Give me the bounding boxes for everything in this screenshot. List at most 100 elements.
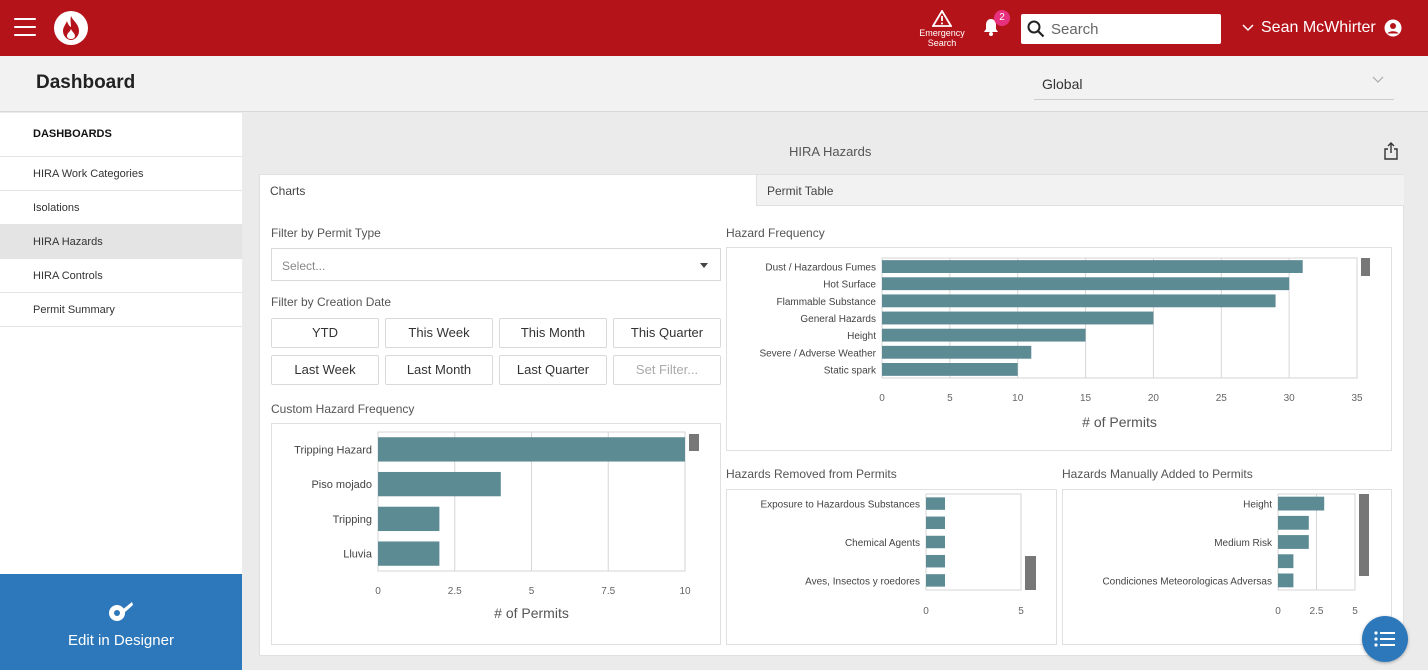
category-label: Height — [1243, 500, 1272, 511]
category-label: Dust / Hazardous Fumes — [765, 263, 876, 274]
bar — [926, 535, 945, 549]
category-label: Aves, Insectos y roedores — [805, 576, 920, 587]
emergency-label-line1: Emergency — [919, 28, 965, 38]
search-icon[interactable] — [1021, 20, 1051, 38]
bar — [882, 363, 1018, 376]
list-menu-button[interactable] — [1362, 616, 1408, 662]
sidebar-item-hira-hazards[interactable]: HIRA Hazards — [0, 225, 242, 259]
hazards-removed-chart-box: 0 5 Exposure to Hazardous Substances Chemic… — [726, 489, 1057, 645]
x-tick-label: 0 — [375, 586, 381, 597]
edit-in-designer-button[interactable]: Edit in Designer — [0, 574, 242, 670]
hazard-frequency-label: Hazard Frequency — [726, 226, 825, 240]
filter-last-week-button[interactable]: Last Week — [271, 355, 379, 385]
category-label: Piso mojado — [311, 479, 372, 491]
bar — [926, 574, 945, 587]
share-icon[interactable] — [1383, 142, 1399, 165]
x-tick-label: 35 — [1351, 393, 1363, 404]
filter-ytd-button[interactable]: YTD — [271, 318, 379, 348]
bar — [882, 345, 1032, 359]
scope-value: Global — [1042, 76, 1083, 92]
hazards-removed-label: Hazards Removed from Permits — [726, 467, 897, 481]
category-label: General Hazards — [800, 314, 876, 325]
warning-icon — [932, 10, 952, 27]
sidebar-item-isolations[interactable]: Isolations — [0, 191, 242, 225]
set-filter-button[interactable]: Set Filter... — [613, 355, 721, 385]
emergency-search-button[interactable]: Emergency Search — [914, 10, 970, 48]
hazard-frequency-chart-box: 0 5 10 15 20 25 30 35 Dust / Hazardous Fumes Hot … — [726, 247, 1392, 451]
hazards-added-chart-box: 0 2.5 5 Height Medium Risk Condiciones Meteor… — [1062, 489, 1392, 645]
custom-hazard-frequency-label: Custom Hazard Frequency — [271, 402, 415, 416]
x-tick-label: 0 — [879, 393, 885, 404]
bar — [378, 541, 440, 566]
scope-select[interactable]: Global — [1034, 66, 1394, 100]
category-label: Tripping — [333, 514, 372, 526]
filter-creation-date-label: Filter by Creation Date — [271, 295, 392, 309]
tab-charts[interactable]: Charts — [260, 175, 756, 206]
x-tick-label: 0 — [1275, 606, 1281, 617]
filter-this-week-button[interactable]: This Week — [385, 318, 493, 348]
x-tick-label: 0 — [923, 606, 929, 617]
category-label: Chemical Agents — [845, 538, 920, 549]
x-tick-label: 5 — [1018, 606, 1024, 617]
top-bar: Emergency Search 2 Sean McWhirter — [0, 0, 1428, 56]
sidebar-item-permit-summary[interactable]: Permit Summary — [0, 293, 242, 327]
sidebar-heading: DASHBOARDS — [0, 113, 242, 157]
page-header: Dashboard Global — [0, 56, 1428, 112]
search-input[interactable] — [1051, 20, 1211, 38]
user-name: Sean McWhirter — [1261, 19, 1376, 36]
filter-this-quarter-button[interactable]: This Quarter — [613, 318, 721, 348]
x-tick-label: 2.5 — [1310, 606, 1324, 617]
filter-last-quarter-button[interactable]: Last Quarter — [499, 355, 607, 385]
bar — [1278, 515, 1309, 530]
sidebar-item-hira-work-categories[interactable]: HIRA Work Categories — [0, 157, 242, 191]
menu-icon[interactable] — [14, 18, 36, 36]
tab-permit-table[interactable]: Permit Table — [756, 175, 1404, 206]
bar — [926, 554, 945, 568]
x-tick-label: 20 — [1148, 393, 1160, 404]
hazard-frequency-chart: 0 5 10 15 20 25 30 35 Dust / Hazardous Fumes Hot … — [759, 257, 1370, 430]
category-label: Hot Surface — [823, 280, 876, 291]
bar — [378, 471, 501, 497]
bar — [926, 516, 945, 530]
bar — [378, 437, 685, 462]
chevron-down-icon — [1372, 76, 1384, 83]
user-avatar-icon — [1384, 19, 1402, 37]
x-axis-title: # of Permits — [494, 605, 569, 621]
filter-this-month-button[interactable]: This Month — [499, 318, 607, 348]
filter-last-month-button[interactable]: Last Month — [385, 355, 493, 385]
bar — [882, 277, 1290, 291]
scrollbar-thumb — [689, 434, 699, 451]
permit-type-select[interactable]: Select... — [271, 248, 721, 281]
filter-permit-type-label: Filter by Permit Type — [271, 226, 381, 240]
dashboard-title: HIRA Hazards — [789, 144, 872, 159]
x-tick-label: 10 — [1012, 393, 1024, 404]
x-tick-label: 5 — [1352, 606, 1358, 617]
x-tick-label: 15 — [1080, 393, 1092, 404]
scrollbar-thumb — [1359, 494, 1369, 576]
x-axis-title: # of Permits — [1082, 414, 1157, 430]
bar — [1278, 573, 1294, 588]
bar — [1278, 496, 1325, 511]
sidebar-item-hira-controls[interactable]: HIRA Controls — [0, 259, 242, 293]
bar — [378, 506, 440, 532]
hazards-removed-chart: 0 5 Exposure to Hazardous Substances Chemic… — [760, 493, 1036, 617]
category-label: Static spark — [824, 365, 877, 376]
bar — [882, 311, 1154, 325]
bar — [1278, 535, 1309, 549]
notifications-button[interactable]: 2 — [983, 10, 1010, 41]
permit-type-placeholder: Select... — [282, 259, 326, 273]
edit-in-designer-label: Edit in Designer — [68, 632, 174, 649]
category-label: Medium Risk — [1214, 538, 1273, 549]
page-title: Dashboard — [36, 72, 136, 93]
app-logo[interactable] — [54, 11, 88, 45]
bar — [882, 260, 1303, 273]
custom-hazard-frequency-chart-box: 0 2.5 5 7.5 10 Tripping Hazard Piso mojado Trip… — [271, 423, 721, 645]
user-menu[interactable]: Sean McWhirter — [1242, 19, 1402, 37]
x-tick-label: 5 — [947, 393, 953, 404]
hazards-added-label: Hazards Manually Added to Permits — [1062, 467, 1253, 481]
x-tick-label: 2.5 — [448, 586, 462, 597]
chevron-down-icon — [1242, 24, 1254, 32]
scrollbar-thumb — [1025, 556, 1036, 590]
dashboard-panel: Charts Permit Table Filter by Permit Typ… — [259, 174, 1404, 656]
x-tick-label: 25 — [1216, 393, 1228, 404]
